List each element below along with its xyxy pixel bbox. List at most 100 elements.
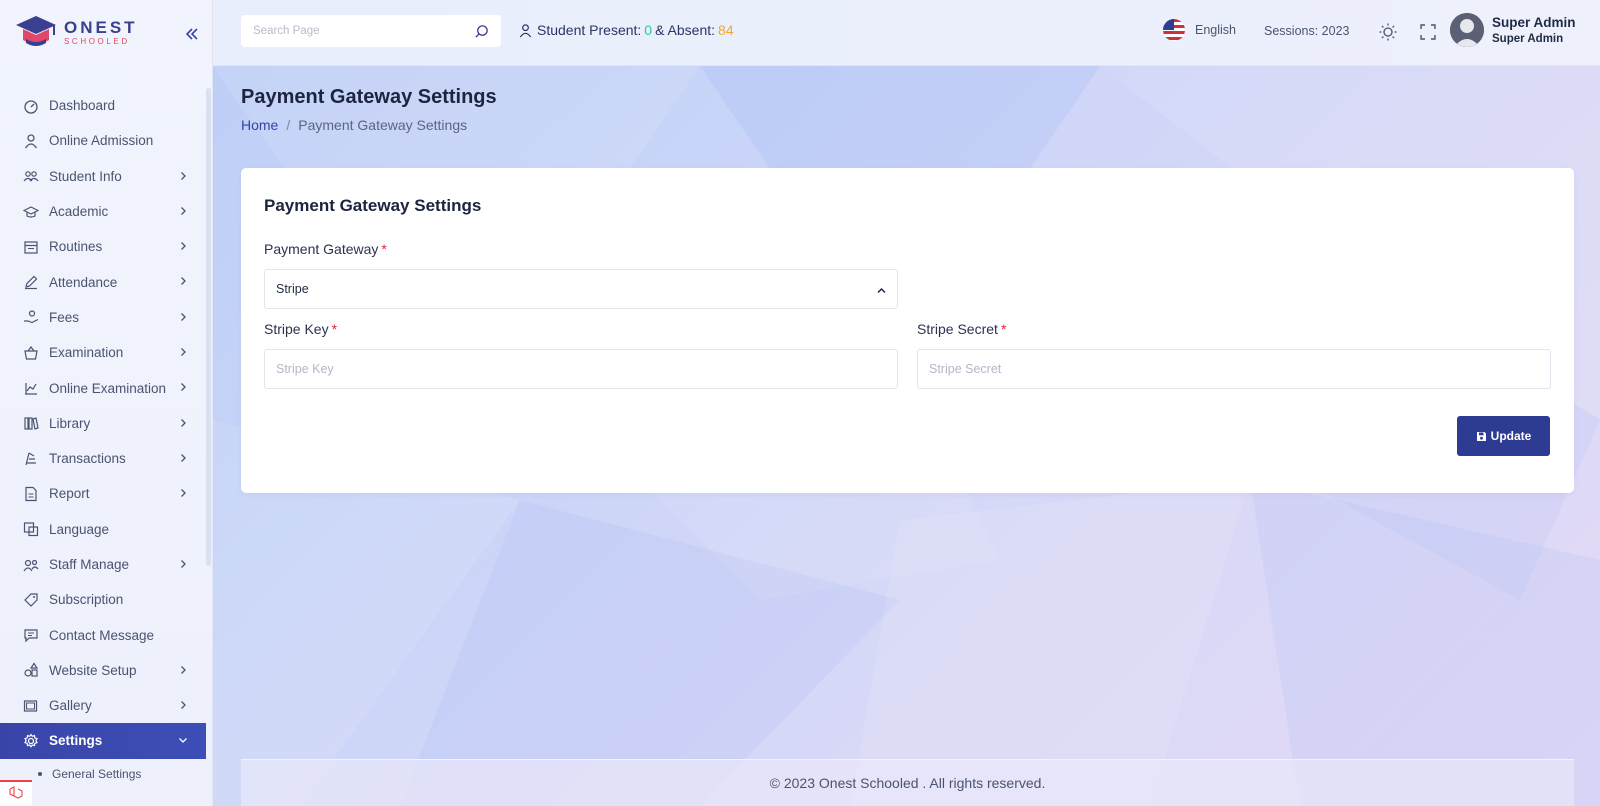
payment-gateway-card: Payment Gateway Settings Payment Gateway… — [241, 168, 1574, 493]
sidebar-item-label: Transactions — [49, 451, 126, 467]
sidebar-item-online-examination[interactable]: Online Examination — [0, 370, 206, 405]
sidebar-item-label: Report — [49, 486, 90, 502]
report-icon — [25, 486, 37, 502]
search-input[interactable] — [253, 25, 474, 37]
language-selector[interactable]: English — [1163, 19, 1236, 41]
staff-icon — [23, 559, 39, 571]
chevron-right-icon — [181, 454, 186, 462]
payment-gateway-label-text: Payment Gateway — [264, 241, 379, 257]
payment-gateway-value: Stripe — [276, 282, 309, 296]
sidebar-item-online-admission[interactable]: Online Admission — [0, 123, 206, 158]
submenu-item-label: General Settings — [52, 766, 142, 781]
sidebar-item-label: Dashboard — [49, 98, 116, 114]
sidebar-item-label: Academic — [49, 204, 109, 220]
user-name: Super Admin — [1492, 15, 1576, 30]
tag-icon — [24, 593, 38, 607]
payment-gateway-label: Payment Gateway * — [264, 241, 387, 257]
sidebar-item-routines[interactable]: Routines — [0, 229, 206, 264]
chevron-right-icon — [181, 489, 186, 498]
gear-icon — [24, 733, 38, 748]
stripe-secret-input[interactable] — [917, 349, 1551, 389]
chevron-right-icon — [181, 418, 186, 427]
sidebar-item-settings[interactable]: Settings — [0, 723, 206, 759]
chevron-right-icon — [181, 206, 186, 215]
sidebar-item-gallery[interactable]: Gallery — [0, 688, 206, 723]
sidebar-item-label: Language — [49, 521, 110, 537]
brand-logo[interactable]: ONEST SCHOOLED — [14, 14, 138, 50]
chevron-down-icon — [179, 738, 187, 744]
chevron-right-icon — [181, 348, 186, 357]
avatar-silhouette-icon — [1450, 13, 1484, 47]
sidebar-item-examination[interactable]: Examination — [0, 335, 206, 370]
session-selector[interactable]: Sessions: 2023 — [1264, 24, 1349, 38]
sidebar-item-library[interactable]: Library — [0, 406, 206, 441]
basket-icon — [24, 345, 38, 360]
sidebar-item-contact-message[interactable]: Contact Message — [0, 617, 206, 652]
fullscreen-icon[interactable] — [1418, 22, 1438, 42]
sidebar-item-academic[interactable]: Academic — [0, 194, 206, 229]
user-role: Super Admin — [1492, 33, 1564, 45]
breadcrumb-home-link[interactable]: Home — [241, 117, 278, 133]
absent-count: 84 — [718, 22, 734, 38]
payment-gateway-select[interactable]: Stripe — [264, 269, 898, 309]
gallery-icon — [23, 700, 38, 712]
avatar — [1450, 13, 1484, 47]
required-mark: * — [1000, 321, 1007, 337]
top-header: Student Present: 0 & Absent: 84 English … — [213, 0, 1600, 66]
stripe-key-input[interactable] — [264, 349, 898, 389]
sidebar-item-attendance[interactable]: Attendance — [0, 264, 206, 299]
transaction-icon — [25, 452, 36, 465]
save-icon — [1476, 431, 1486, 441]
chevron-right-icon — [181, 383, 186, 392]
language-label: English — [1195, 23, 1236, 37]
sidebar-item-label: Fees — [49, 309, 80, 325]
calendar-icon — [24, 241, 38, 254]
present-count: 0 — [644, 22, 653, 38]
sidebar-item-label: Routines — [49, 239, 103, 255]
search-box — [241, 15, 501, 47]
present-label: Student Present: — [537, 22, 642, 38]
language-icon — [23, 522, 39, 537]
chevron-up-icon — [877, 287, 886, 294]
sidebar-item-student-info[interactable]: Student Info — [0, 159, 206, 194]
attendance-summary: Student Present: 0 & Absent: 84 — [518, 22, 734, 38]
sidebar-item-dashboard[interactable]: Dashboard — [0, 88, 206, 123]
chevron-right-icon — [181, 559, 186, 568]
sidebar-item-staff-manage[interactable]: Staff Manage — [0, 547, 206, 582]
sidebar-item-fees[interactable]: Fees — [0, 300, 206, 335]
user-menu[interactable]: Super Admin Super Admin — [1450, 13, 1576, 47]
theme-toggle-sun-icon[interactable] — [1378, 22, 1398, 42]
update-button[interactable]: Update — [1457, 416, 1550, 456]
sidebar-item-label: Settings — [49, 733, 103, 749]
search-icon[interactable] — [474, 24, 489, 39]
collapse-sidebar-icon[interactable] — [184, 26, 200, 42]
copyright-text: © 2023 Onest Schooled . All rights reser… — [769, 775, 1046, 791]
chevron-right-icon — [181, 242, 186, 251]
shapes-icon — [24, 662, 39, 677]
update-button-label: Update — [1490, 429, 1532, 443]
sidebar-item-label: Online Admission — [49, 133, 154, 149]
stripe-key-label-text: Stripe Key — [264, 321, 329, 337]
sidebar-item-subscription[interactable]: Subscription — [0, 582, 206, 617]
sidebar-item-report[interactable]: Report — [0, 476, 206, 511]
breadcrumb-current: Payment Gateway Settings — [298, 117, 468, 133]
sidebar-scrollbar[interactable] — [206, 88, 211, 566]
breadcrumb-separator: / — [286, 117, 291, 133]
stripe-key-label: Stripe Key * — [264, 321, 337, 337]
sidebar-menu: Dashboard Online Admission Student Info Aca… — [0, 88, 206, 789]
sidebar-item-label: Gallery — [49, 698, 92, 714]
laravel-debug-badge[interactable] — [0, 780, 32, 806]
sidebar-item-language[interactable]: Language — [0, 512, 206, 547]
card-title: Payment Gateway Settings — [264, 196, 482, 215]
sidebar-item-transactions[interactable]: Transactions — [0, 441, 206, 476]
us-flag-icon — [1163, 19, 1185, 41]
brand-name: ONEST — [64, 17, 138, 37]
users-icon — [23, 171, 39, 182]
graduation-cap-logo-icon — [16, 16, 56, 46]
bullet-icon — [38, 771, 42, 776]
money-hand-icon — [24, 310, 39, 324]
sidebar-item-label: Staff Manage — [49, 557, 130, 572]
breadcrumb: Home / Payment Gateway Settings — [241, 117, 467, 133]
sidebar-item-website-setup[interactable]: Website Setup — [0, 653, 206, 688]
required-mark: * — [381, 241, 387, 257]
